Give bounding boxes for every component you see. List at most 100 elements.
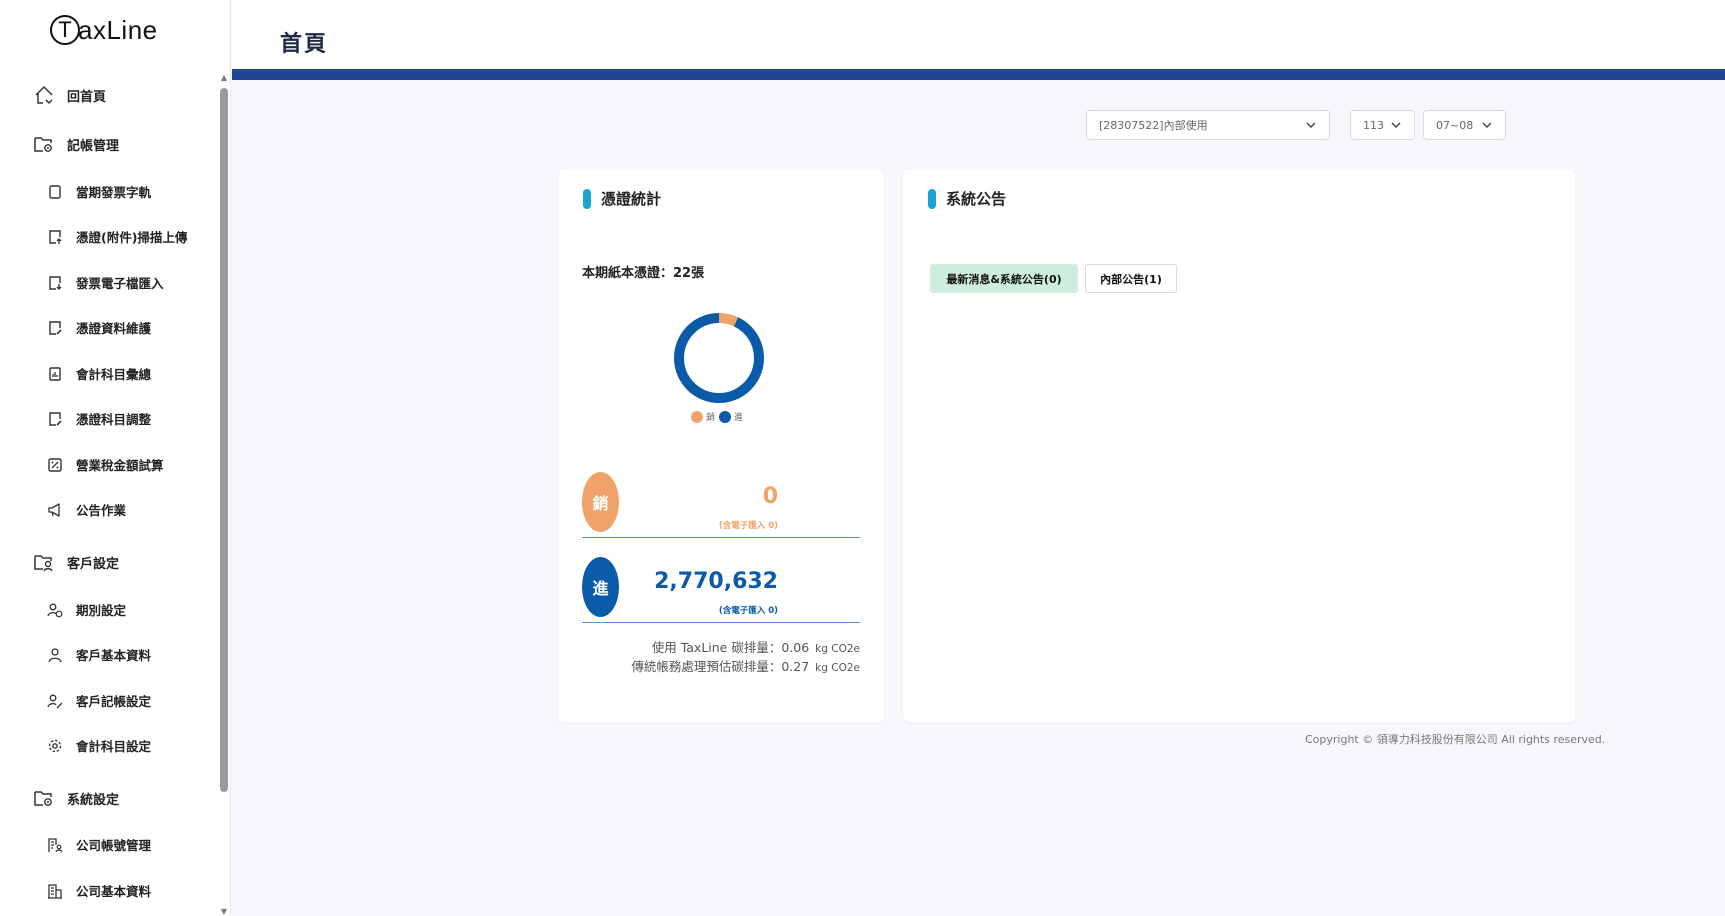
- sidebar-item-label: 公司基本資料: [76, 884, 152, 899]
- carbon-taxline-unit: kg CO2e: [815, 643, 860, 655]
- top-header: 首頁: [232, 0, 1725, 69]
- legend-item-sales: 銷: [691, 410, 715, 423]
- logo[interactable]: T axLine: [50, 10, 158, 50]
- sidebar-item-5[interactable]: 憑證資料維護: [46, 318, 151, 337]
- sidebar-item-label: 憑證(附件)掃描上傳: [76, 230, 188, 245]
- sidebar-item-16[interactable]: 公司帳號管理: [46, 835, 151, 854]
- logo-mark: T: [50, 15, 80, 45]
- sidebar-item-label: 記帳管理: [67, 138, 120, 154]
- scrollbar-thumb[interactable]: [220, 88, 228, 792]
- folder-settings-icon: [33, 133, 55, 155]
- sidebar-item-4[interactable]: 發票電子檔匯入: [46, 273, 164, 292]
- tab-internal-announcements[interactable]: 內部公告(1): [1085, 264, 1177, 293]
- sidebar-item-label: 營業稅金額試算: [76, 458, 164, 473]
- copyright-text: Copyright © 領導力科技股份有限公司 All rights reser…: [1305, 733, 1606, 746]
- sidebar-item-9[interactable]: 公告作業: [46, 500, 126, 519]
- legend-item-purchase: 進: [719, 410, 743, 423]
- year-select-value: 113: [1363, 118, 1384, 132]
- purchase-badge: 進: [582, 557, 619, 617]
- sidebar-item-1[interactable]: 記帳管理: [33, 133, 119, 155]
- title-pill-marker: [928, 188, 936, 209]
- import-doc-icon: [46, 274, 64, 292]
- sidebar-item-label: 客戶設定: [67, 556, 120, 572]
- voucher-stats-title-text: 憑證統計: [601, 190, 662, 208]
- sidebar-item-8[interactable]: 營業稅金額試算: [46, 455, 164, 474]
- announcements-card: 系統公告 最新消息&系統公告(0) 內部公告(1): [903, 170, 1575, 722]
- folder-user-icon: [33, 551, 55, 573]
- carbon-traditional: 傳統帳務處理預估碳排量：0.27 kg CO2e: [631, 656, 860, 675]
- chart-legend: 銷 進: [691, 410, 747, 423]
- sidebar-item-3[interactable]: 憑證(附件)掃描上傳: [46, 227, 187, 246]
- sidebar-item-label: 系統設定: [67, 792, 120, 808]
- sidebar-item-14[interactable]: 會計科目設定: [46, 736, 151, 755]
- edit-doc-icon: [46, 410, 64, 428]
- scroll-up-arrow-icon[interactable]: ▲: [219, 74, 229, 82]
- donut-slice-進: [674, 313, 764, 403]
- sales-divider: [582, 537, 860, 538]
- sidebar-item-11[interactable]: 期別設定: [46, 600, 126, 619]
- chart-doc-icon: [46, 365, 64, 383]
- sidebar-item-label: 會計科目設定: [76, 739, 152, 754]
- building-user-icon: [46, 836, 64, 854]
- sidebar-item-label: 公告作業: [76, 503, 127, 518]
- sidebar-item-10[interactable]: 客戶設定: [33, 551, 119, 573]
- book-icon: [46, 183, 64, 201]
- sidebar: T axLine 回首頁記帳管理當期發票字軌憑證(附件)掃描上傳 發票電子檔匯入憑…: [0, 0, 231, 916]
- period-select-value: 07~08: [1436, 118, 1474, 132]
- chevron-down-icon: [1482, 122, 1492, 129]
- sidebar-item-label: 回首頁: [67, 89, 107, 105]
- voucher-stats-card: 憑證統計 本期紙本憑證：22張 銷 進 銷 0 (含電子匯入 0) 進 2,77…: [558, 170, 884, 722]
- page-title: 首頁: [280, 32, 329, 57]
- sidebar-item-7[interactable]: 憑證科目調整: [46, 409, 151, 428]
- sidebar-item-6[interactable]: 會計科目彙總: [46, 364, 151, 383]
- tab-latest-news[interactable]: 最新消息&系統公告(0): [930, 264, 1078, 293]
- period-select[interactable]: 07~08: [1423, 110, 1506, 140]
- header-accent-bar: [232, 69, 1725, 80]
- sidebar-item-label: 當期發票字軌: [76, 185, 152, 200]
- user-edit-icon: [46, 692, 64, 710]
- year-select[interactable]: 113: [1350, 110, 1415, 140]
- carbon-taxline-label: 使用 TaxLine 碳排量：0.06: [651, 640, 810, 655]
- sidebar-item-12[interactable]: 客戶基本資料: [46, 645, 151, 664]
- company-select-value: [28307522]內部使用: [1099, 119, 1208, 132]
- sidebar-item-17[interactable]: 公司基本資料: [46, 881, 151, 900]
- carbon-taxline: 使用 TaxLine 碳排量：0.06 kg CO2e: [652, 637, 860, 656]
- edit-doc-icon: [46, 319, 64, 337]
- sidebar-item-label: 客戶基本資料: [76, 648, 152, 663]
- company-select[interactable]: [28307522]內部使用: [1086, 110, 1330, 140]
- sales-amount: 0: [762, 484, 778, 509]
- voucher-donut-chart: [674, 313, 764, 403]
- scroll-down-arrow-icon[interactable]: ▼: [219, 908, 229, 916]
- announcements-title: 系統公告: [928, 188, 1006, 209]
- upload-doc-icon: [46, 228, 64, 246]
- legend-swatch-purchase: [719, 410, 732, 423]
- sidebar-item-label: 會計科目彙總: [76, 367, 152, 382]
- sidebar-item-2[interactable]: 當期發票字軌: [46, 182, 151, 201]
- sales-badge: 銷: [582, 472, 619, 532]
- megaphone-icon: [46, 501, 64, 519]
- legend-swatch-sales: [691, 410, 703, 423]
- legend-label-sales: 銷: [706, 413, 716, 423]
- sidebar-item-label: 發票電子檔匯入: [76, 276, 164, 291]
- carbon-traditional-label: 傳統帳務處理預估碳排量：0.27: [631, 659, 810, 674]
- sidebar-item-label: 期別設定: [76, 603, 127, 618]
- sidebar-item-label: 憑證資料維護: [76, 321, 152, 336]
- carbon-traditional-unit: kg CO2e: [815, 662, 860, 674]
- building-icon: [46, 882, 64, 900]
- logo-text: axLine: [78, 14, 158, 45]
- purchase-divider: [582, 622, 860, 623]
- sidebar-item-15[interactable]: 系統設定: [33, 787, 119, 809]
- announcements-title-text: 系統公告: [946, 190, 1007, 208]
- folder-settings-icon: [33, 787, 55, 809]
- paper-voucher-count: 本期紙本憑證：22張: [582, 266, 705, 281]
- sidebar-item-0[interactable]: 回首頁: [33, 84, 106, 106]
- home-icon: [33, 84, 55, 106]
- sales-note: (含電子匯入 0): [718, 521, 778, 531]
- title-pill-marker: [583, 188, 591, 209]
- chevron-down-icon: [1391, 122, 1401, 129]
- sidebar-scrollbar[interactable]: ▲ ▼: [219, 74, 229, 916]
- sidebar-item-label: 憑證科目調整: [76, 412, 152, 427]
- gear-icon: [46, 737, 64, 755]
- sidebar-item-13[interactable]: 客戶記帳設定: [46, 691, 151, 710]
- purchase-amount: 2,770,632: [654, 569, 778, 594]
